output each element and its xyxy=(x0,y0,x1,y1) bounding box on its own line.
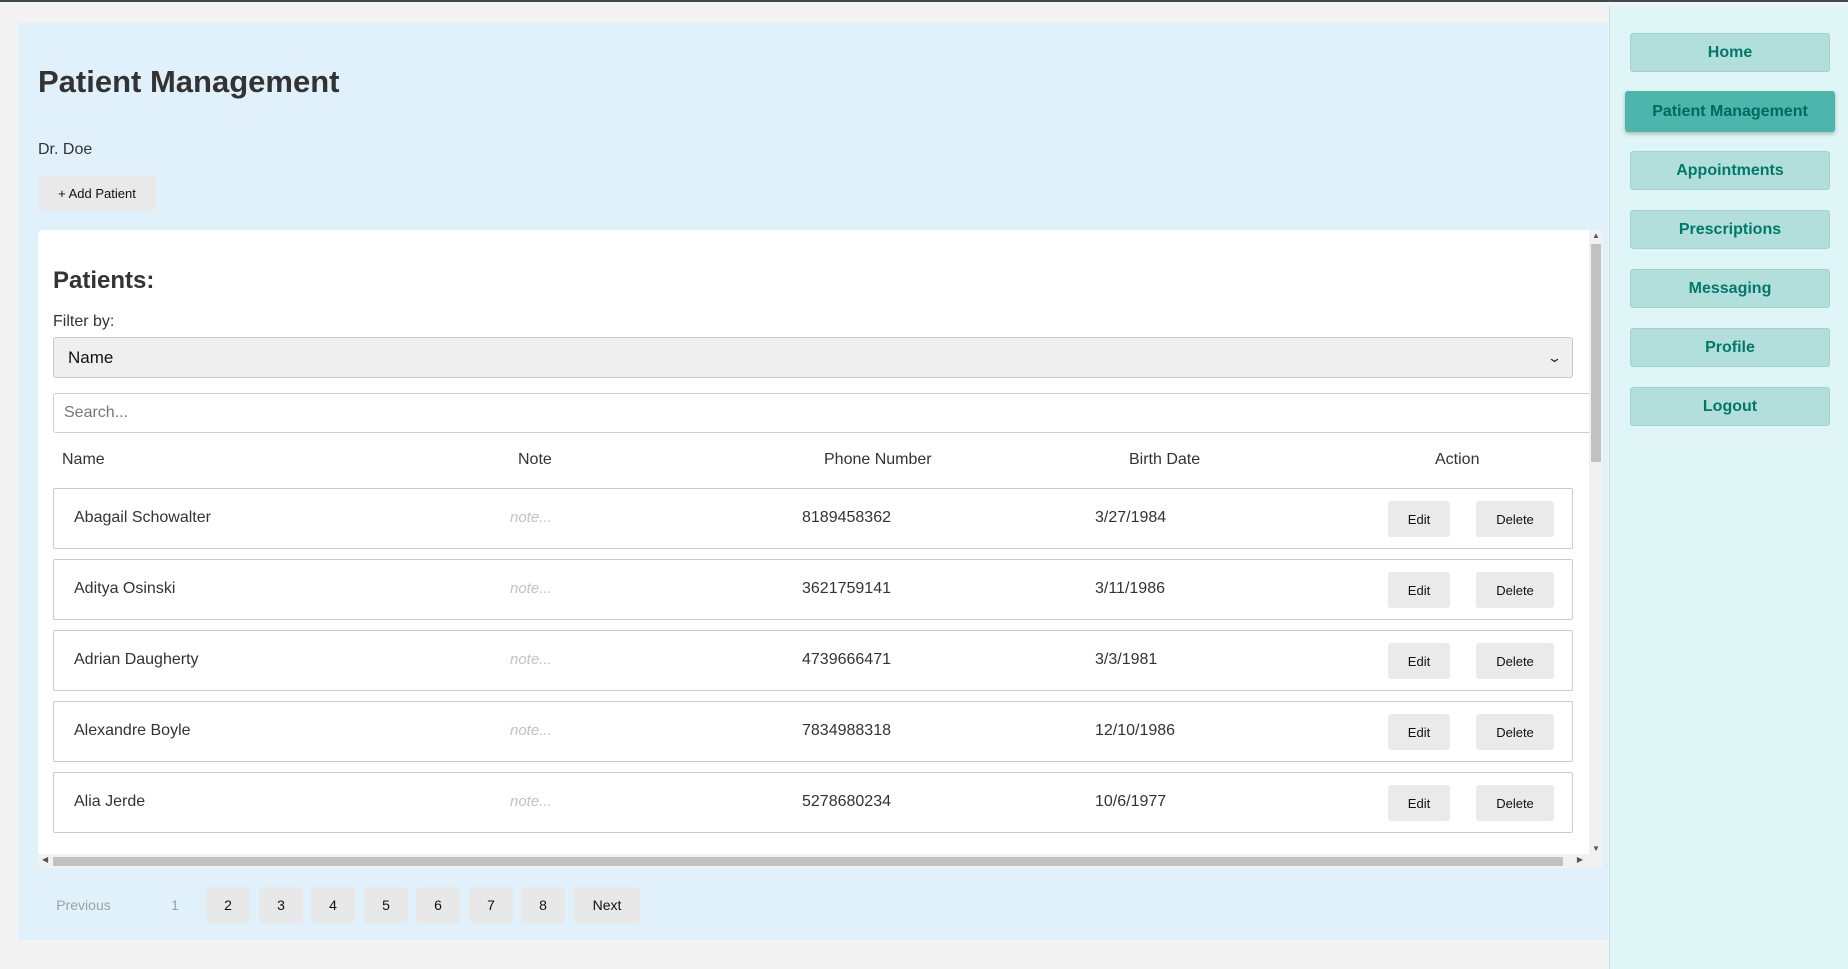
column-header-note: Note xyxy=(518,451,552,468)
patient-birth-date: 3/27/1984 xyxy=(1095,509,1167,526)
patient-note[interactable]: note... xyxy=(510,651,552,668)
page-button-1[interactable]: 1 xyxy=(153,887,197,923)
vertical-scroll-thumb[interactable] xyxy=(1591,244,1601,462)
sidebar-item-messaging[interactable]: Messaging xyxy=(1630,269,1830,308)
patient-name: Alexandre Boyle xyxy=(74,722,191,739)
main-content: Patient Management Dr. Doe + Add Patient… xyxy=(18,23,1608,940)
page-title: Patient Management xyxy=(38,64,340,99)
table-row: Alexandre Boyle note... 7834988318 12/10/19… xyxy=(53,701,1573,762)
table-header: Name Note Phone Number Birth Date Action xyxy=(53,451,1573,477)
sidebar-item-profile[interactable]: Profile xyxy=(1630,328,1830,367)
column-header-birth-date: Birth Date xyxy=(1129,451,1201,468)
patient-note[interactable]: note... xyxy=(510,580,552,597)
delete-button[interactable]: Delete xyxy=(1476,714,1554,750)
doctor-name: Dr. Doe xyxy=(38,141,93,158)
table-row: Adrian Daugherty note... 4739666471 3/3/198… xyxy=(53,630,1573,691)
patient-name: Aditya Osinski xyxy=(74,580,176,597)
sidebar-item-prescriptions[interactable]: Prescriptions xyxy=(1630,210,1830,249)
chevron-down-icon: ⌄ xyxy=(1546,349,1563,365)
delete-button[interactable]: Delete xyxy=(1476,785,1554,821)
scroll-up-icon[interactable]: ▲ xyxy=(1589,231,1603,240)
patient-name: Abagail Schowalter xyxy=(74,509,211,526)
patient-name: Alia Jerde xyxy=(74,793,146,810)
page-button-2[interactable]: 2 xyxy=(206,887,250,923)
patient-birth-date: 3/11/1986 xyxy=(1095,580,1165,597)
patient-phone: 4739666471 xyxy=(802,651,891,668)
sidebar-item-logout[interactable]: Logout xyxy=(1630,387,1830,426)
scroll-right-icon[interactable]: ▶ xyxy=(1577,855,1583,864)
patient-note[interactable]: note... xyxy=(510,793,552,810)
patient-birth-date: 12/10/1986 xyxy=(1095,722,1176,739)
scroll-down-icon[interactable]: ▼ xyxy=(1589,844,1603,853)
edit-button[interactable]: Edit xyxy=(1388,714,1450,750)
column-header-name: Name xyxy=(62,451,105,468)
page-button-6[interactable]: 6 xyxy=(416,887,460,923)
delete-button[interactable]: Delete xyxy=(1476,572,1554,608)
patients-panel: Patients: Filter by: Name ⌄ Name Note Ph… xyxy=(38,230,1603,868)
sidebar-item-home[interactable]: Home xyxy=(1630,33,1830,72)
search-input[interactable] xyxy=(53,393,1593,433)
delete-button[interactable]: Delete xyxy=(1476,643,1554,679)
patient-note[interactable]: note... xyxy=(510,722,552,739)
edit-button[interactable]: Edit xyxy=(1388,572,1450,608)
scroll-left-icon[interactable]: ◀ xyxy=(42,855,48,864)
patient-note[interactable]: note... xyxy=(510,509,552,526)
table-row: Aditya Osinski note... 3621759141 3/11/1986… xyxy=(53,559,1573,620)
filter-label: Filter by: xyxy=(53,313,115,330)
sidebar-item-patient-management[interactable]: Patient Management xyxy=(1625,91,1835,132)
patient-birth-date: 10/6/1977 xyxy=(1095,793,1167,810)
patient-birth-date: 3/3/1981 xyxy=(1095,651,1158,668)
column-header-phone: Phone Number xyxy=(824,451,932,468)
patient-name: Adrian Daugherty xyxy=(74,651,199,668)
patient-phone: 3621759141 xyxy=(802,580,891,597)
patients-heading: Patients: xyxy=(53,267,155,294)
delete-button[interactable]: Delete xyxy=(1476,501,1554,537)
table-row: Abagail Schowalter note... 8189458362 3/27/… xyxy=(53,488,1573,549)
vertical-scrollbar[interactable]: ▲ ▼ xyxy=(1589,230,1603,854)
next-button[interactable]: Next xyxy=(574,887,640,923)
filter-select[interactable]: Name ⌄ xyxy=(53,337,1573,378)
filter-select-value: Name xyxy=(68,347,114,367)
page-button-5[interactable]: 5 xyxy=(364,887,408,923)
patient-phone: 7834988318 xyxy=(802,722,891,739)
page-button-8[interactable]: 8 xyxy=(521,887,565,923)
patient-phone: 8189458362 xyxy=(802,509,891,526)
edit-button[interactable]: Edit xyxy=(1388,643,1450,679)
column-header-action: Action xyxy=(1435,451,1480,468)
edit-button[interactable]: Edit xyxy=(1388,501,1450,537)
top-border xyxy=(0,0,1848,2)
horizontal-scrollbar[interactable]: ◀ ▶ xyxy=(38,854,1603,868)
previous-button[interactable]: Previous xyxy=(38,887,129,923)
page-button-3[interactable]: 3 xyxy=(259,887,303,923)
patient-phone: 5278680234 xyxy=(802,793,891,810)
add-patient-button[interactable]: + Add Patient xyxy=(38,175,156,211)
horizontal-scroll-thumb[interactable] xyxy=(53,857,1563,866)
page-button-4[interactable]: 4 xyxy=(311,887,355,923)
sidebar-nav: Home Patient Management Appointments Pre… xyxy=(1609,6,1848,969)
edit-button[interactable]: Edit xyxy=(1388,785,1450,821)
table-row: Alia Jerde note... 5278680234 10/6/1977 Edit… xyxy=(53,772,1573,833)
page-button-7[interactable]: 7 xyxy=(469,887,513,923)
sidebar-item-appointments[interactable]: Appointments xyxy=(1630,151,1830,190)
